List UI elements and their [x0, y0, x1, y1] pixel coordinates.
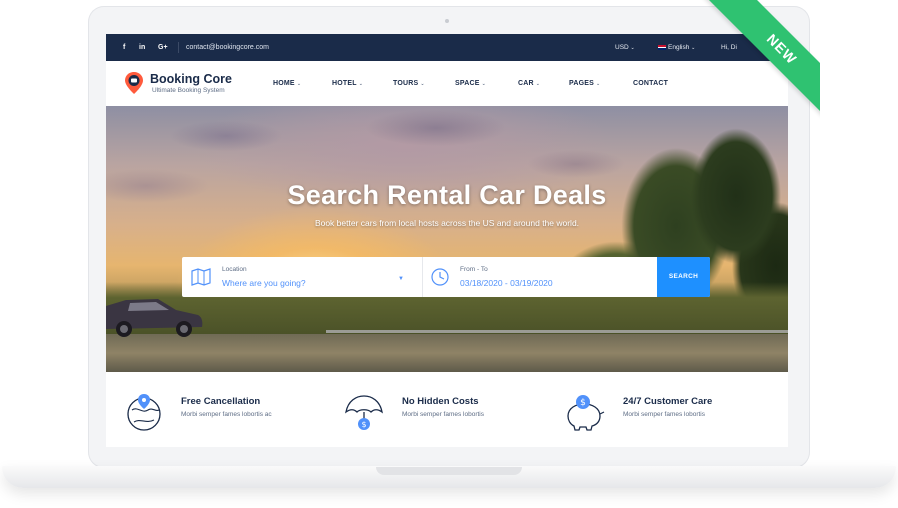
logo-pin-icon[interactable] — [124, 71, 144, 95]
top-bar: f in G+ contact@bookingcore.com USD ⌄ En… — [106, 34, 788, 61]
main-navigation: Booking Core Ultimate Booking System HOM… — [106, 61, 788, 107]
contact-email[interactable]: contact@bookingcore.com — [186, 34, 269, 61]
feature-title-care: 24/7 Customer Care — [623, 396, 713, 407]
search-button[interactable]: SEARCH — [657, 257, 710, 297]
new-ribbon-container: NEW — [690, 0, 820, 130]
nav-pages[interactable]: PAGES ⌄ — [569, 61, 600, 107]
feature-desc-costs: Morbi semper fames lobortis — [402, 411, 484, 418]
road-guardrail — [326, 330, 788, 333]
date-label: From - To — [460, 266, 488, 273]
feature-title-cancellation: Free Cancellation — [181, 396, 261, 407]
nav-hotel[interactable]: HOTEL ⌄ — [332, 61, 363, 107]
hero-road — [106, 334, 788, 372]
globe-pin-icon — [127, 394, 161, 431]
feature-title-costs: No Hidden Costs — [402, 396, 479, 407]
hero-subtitle: Book better cars from local hosts across… — [314, 218, 580, 228]
brand-name[interactable]: Booking Core — [150, 72, 232, 86]
website-screen: f in G+ contact@bookingcore.com USD ⌄ En… — [106, 34, 788, 447]
nav-home[interactable]: HOME ⌄ — [273, 61, 301, 107]
laptop-base-notch — [376, 467, 522, 475]
location-label: Location — [222, 266, 247, 273]
brand-tagline: Ultimate Booking System — [152, 87, 225, 94]
nav-contact[interactable]: CONTACT — [633, 61, 668, 106]
umbrella-coin-icon: $ — [345, 395, 383, 430]
laptop-camera — [445, 19, 449, 23]
clock-icon — [431, 268, 449, 286]
facebook-link[interactable]: f — [123, 34, 125, 61]
nav-car[interactable]: CAR ⌄ — [518, 61, 540, 107]
uk-flag-icon — [658, 44, 666, 50]
svg-text:$: $ — [580, 398, 586, 408]
currency-selector[interactable]: USD ⌄ — [615, 34, 635, 62]
topbar-divider — [178, 42, 179, 53]
new-badge: NEW — [699, 0, 820, 130]
features-section: Free Cancellation Morbi semper fames lob… — [106, 372, 788, 447]
map-icon — [191, 268, 211, 286]
date-range-input[interactable]: 03/18/2020 - 03/19/2020 — [460, 278, 553, 288]
location-input[interactable]: Where are you going? — [222, 278, 306, 288]
piggy-bank-icon: $ — [567, 395, 605, 431]
linkedin-link[interactable]: in — [139, 34, 145, 61]
search-form: Location Where are you going? ▼ From - T… — [182, 257, 710, 297]
svg-text:$: $ — [361, 420, 366, 429]
google-plus-link[interactable]: G+ — [158, 34, 168, 61]
location-dropdown-icon[interactable]: ▼ — [398, 276, 404, 282]
car-image — [106, 299, 203, 337]
feature-desc-cancellation: Morbi semper fames lobortis ac — [181, 411, 272, 418]
nav-tours[interactable]: TOURS ⌄ — [393, 61, 425, 107]
search-field-divider — [422, 257, 423, 297]
nav-space[interactable]: SPACE ⌄ — [455, 61, 486, 107]
hero-banner: Search Rental Car Deals Book better cars… — [106, 106, 788, 372]
feature-desc-care: Morbi semper fames lobortis — [623, 411, 705, 418]
hero-title: Search Rental Car Deals — [287, 180, 607, 210]
